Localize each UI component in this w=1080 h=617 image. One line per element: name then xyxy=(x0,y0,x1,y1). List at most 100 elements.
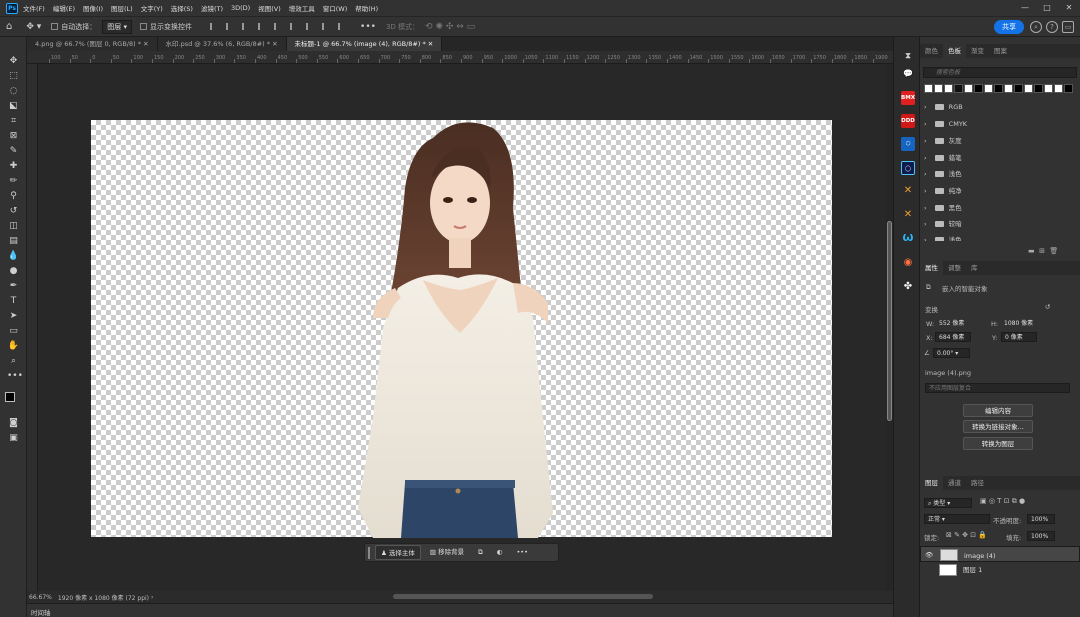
menu-file[interactable]: 文件(F) xyxy=(23,3,45,13)
menu-select[interactable]: 选择(S) xyxy=(171,3,193,13)
layer-row[interactable]: 👁 image (4) xyxy=(920,546,1080,562)
3d-orbit-icon[interactable]: ⟲ ✺ ✣ ⇔ ▭ xyxy=(425,22,475,32)
path-select-tool-icon[interactable]: ➤ xyxy=(7,310,20,323)
help-icon[interactable]: ? xyxy=(1046,21,1058,33)
swatch[interactable] xyxy=(964,84,973,93)
close-tab-icon[interactable]: ✕ xyxy=(272,40,277,48)
tab-patterns[interactable]: 图案 xyxy=(989,44,1012,58)
tab-color[interactable]: 颜色 xyxy=(920,44,943,58)
foreground-color-swatch[interactable] xyxy=(5,392,15,402)
tab-libraries[interactable]: 库 xyxy=(966,261,983,275)
color-wheel-plugin-icon[interactable]: ◉ xyxy=(901,256,915,270)
vertical-ruler[interactable] xyxy=(27,64,38,591)
layer-row[interactable]: 图层 1 xyxy=(920,562,1080,578)
frame-tool-icon[interactable]: ⊠ xyxy=(7,130,20,143)
brush-tool-icon[interactable]: ✏ xyxy=(7,175,20,188)
distribute-h-icon[interactable] xyxy=(338,23,346,30)
swatch[interactable] xyxy=(974,84,983,93)
swatch[interactable] xyxy=(1044,84,1053,93)
object-select-tool-icon[interactable]: ⬕ xyxy=(7,100,20,113)
blend-mode-dropdown[interactable]: 正常 ▾ xyxy=(924,514,990,524)
swatch[interactable] xyxy=(984,84,993,93)
swatch[interactable] xyxy=(1004,84,1013,93)
menu-view[interactable]: 视图(V) xyxy=(258,3,281,13)
align-left-icon[interactable] xyxy=(210,23,218,30)
show-transform-checkbox[interactable]: 显示变换控件 xyxy=(140,22,192,32)
height-field[interactable]: 1080 像素 xyxy=(1001,319,1041,329)
crop-tool-icon[interactable]: ⌗ xyxy=(7,115,20,128)
tab-paths[interactable]: 路径 xyxy=(966,476,989,490)
layer-filter-icons[interactable]: ▣ ◎ T ⊡ ⧉ ● xyxy=(980,497,1025,506)
zoom-tool-icon[interactable]: ⌕ xyxy=(7,355,20,368)
swatch-group-pure[interactable]: › 纯净 xyxy=(924,185,962,197)
distribute-v-icon[interactable] xyxy=(322,23,330,30)
new-group-icon[interactable]: ▬ xyxy=(1028,247,1035,255)
horizontal-ruler[interactable]: 100 50 0 50 100 150 200 250 300 350 400 450 500 550 60… xyxy=(27,51,893,64)
menu-3d[interactable]: 3D(D) xyxy=(231,4,250,12)
swatch-group-light[interactable]: › 浅色 xyxy=(924,168,962,180)
cross-tools-plugin-icon-2[interactable]: ✕ xyxy=(901,208,915,222)
swatch-group-light-2[interactable]: › 浅色 xyxy=(924,234,962,241)
align-center-icon[interactable] xyxy=(226,23,234,30)
swatch[interactable] xyxy=(1014,84,1023,93)
ddd-plugin-icon[interactable]: DDD xyxy=(901,114,915,128)
auto-select-dropdown[interactable]: 图层 ▾ xyxy=(102,19,133,34)
history-brush-tool-icon[interactable]: ↺ xyxy=(7,205,20,218)
hand-tool-icon[interactable]: ✋ xyxy=(7,340,20,353)
menu-help[interactable]: 帮助(H) xyxy=(355,3,378,13)
close-window-button[interactable]: ✕ xyxy=(1058,0,1080,16)
tab-channels[interactable]: 通道 xyxy=(943,476,966,490)
share-button[interactable]: 共享 xyxy=(994,20,1024,34)
menu-layer[interactable]: 图层(L) xyxy=(111,3,133,13)
swatch[interactable] xyxy=(1024,84,1033,93)
lock-icons[interactable]: ⊠ ✎ ✥ ⊡ 🔒 xyxy=(946,531,987,539)
edit-toolbar-icon[interactable]: ••• xyxy=(7,370,23,383)
swatch[interactable] xyxy=(994,84,1003,93)
maximize-button[interactable]: □ xyxy=(1036,0,1058,16)
bmx-plugin-icon[interactable]: BMX xyxy=(901,91,915,105)
swatch[interactable] xyxy=(954,84,963,93)
zoom-level[interactable]: 66.67% xyxy=(29,594,52,601)
swatch-group-darker[interactable]: › 较暗 xyxy=(924,218,962,230)
align-middle-icon[interactable] xyxy=(274,23,282,30)
align-top-icon[interactable] xyxy=(258,23,266,30)
distribute-icon[interactable] xyxy=(306,23,314,30)
edit-contents-button[interactable]: 编辑内容 xyxy=(963,404,1033,417)
menu-edit[interactable]: 编辑(E) xyxy=(53,3,75,13)
workspace-icon[interactable]: ▭ xyxy=(1062,21,1074,33)
tab-gradients[interactable]: 渐变 xyxy=(966,44,989,58)
menu-window[interactable]: 窗口(W) xyxy=(323,3,348,13)
horizontal-scroll-thumb[interactable] xyxy=(393,594,653,599)
width-field[interactable]: 552 像素 xyxy=(936,319,972,329)
tab-untitled-1[interactable]: 未标题-1 @ 66.7% (image (4), RGB/8#) * ✕ xyxy=(286,37,443,51)
photoshop-logo-icon[interactable]: Ps xyxy=(6,2,18,14)
swatch[interactable] xyxy=(924,84,933,93)
menu-image[interactable]: 图像(I) xyxy=(83,3,103,13)
tab-swatches[interactable]: 色板 xyxy=(943,44,966,58)
doc-info-arrow-icon[interactable]: › xyxy=(151,594,153,601)
menu-type[interactable]: 文字(Y) xyxy=(141,3,163,13)
swatch[interactable] xyxy=(944,84,953,93)
eraser-tool-icon[interactable]: ◫ xyxy=(7,220,20,233)
visibility-eye-icon[interactable]: 👁 xyxy=(925,547,933,563)
vertical-scrollbar[interactable] xyxy=(886,64,893,591)
swatch-group-rgb[interactable]: › RGB xyxy=(924,101,963,113)
swatch-group-pastel[interactable]: › 蜡笔 xyxy=(924,152,962,164)
swatch-group-cmyk[interactable]: › CMYK xyxy=(924,118,967,130)
comments-panel-icon[interactable]: 💬 xyxy=(901,67,915,81)
puzzle-plugin-icon[interactable]: ✤ xyxy=(901,280,915,294)
tab-properties[interactable]: 属性 xyxy=(920,261,943,275)
swatch[interactable] xyxy=(1054,84,1063,93)
opacity-field[interactable]: 100% xyxy=(1027,514,1055,524)
layer-filter-dropdown[interactable]: ⌕ 类型 ▾ xyxy=(924,498,972,508)
remove-background-button[interactable]: ▨ 移除背景 xyxy=(425,545,469,560)
align-bottom-icon[interactable] xyxy=(290,23,298,30)
more-actions-icon[interactable]: ••• xyxy=(511,545,533,560)
blue-plugin-icon[interactable]: ⬡ xyxy=(901,137,915,151)
transform-icon[interactable]: ⧉ xyxy=(473,545,488,560)
shape-tool-icon[interactable]: ▭ xyxy=(7,325,20,338)
quick-mask-icon[interactable]: ◙ xyxy=(7,417,20,430)
close-tab-icon[interactable]: ✕ xyxy=(428,40,433,48)
menu-filter[interactable]: 滤镜(T) xyxy=(201,3,223,13)
more-options-icon[interactable]: ••• xyxy=(360,22,376,32)
